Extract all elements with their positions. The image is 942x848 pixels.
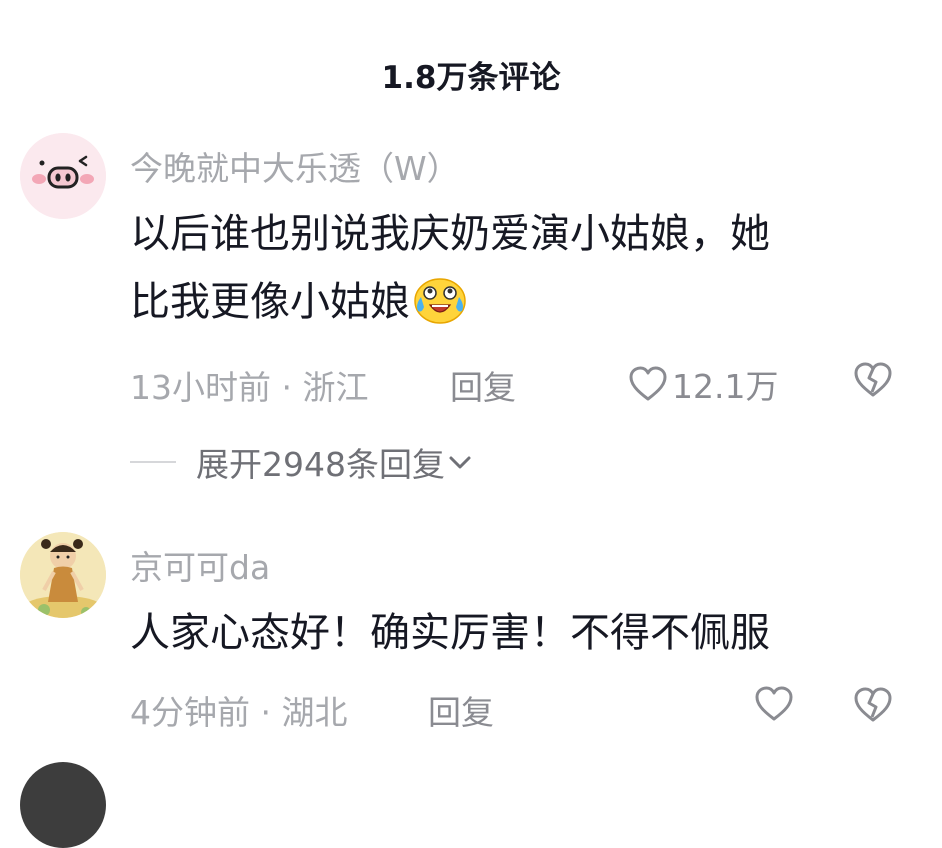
avatar[interactable] <box>20 133 106 219</box>
divider <box>130 461 176 463</box>
like-button[interactable] <box>754 685 794 723</box>
expand-replies-button[interactable]: 展开2948条回复 <box>130 438 473 486</box>
pig-face-icon <box>20 133 106 219</box>
reply-button[interactable]: 回复 <box>450 361 516 409</box>
cartoon-girl-avatar-icon <box>20 532 106 618</box>
expand-replies-label: 展开2948条回复 <box>196 445 445 484</box>
heart-outline-icon <box>755 686 793 721</box>
reply-button[interactable]: 回复 <box>428 686 494 734</box>
comment-text-line: 以后谁也别说我庆奶爱演小姑娘，她 <box>130 211 770 257</box>
comment-text-line-content: 比我更像小姑娘 <box>130 279 410 325</box>
chevron-down-icon <box>449 456 471 469</box>
comment-text: 以后谁也别说我庆奶爱演小姑娘，她 比我更像小姑娘 <box>130 200 890 346</box>
comment-time-location: 13小时前 · 浙江 <box>130 368 369 407</box>
dislike-button[interactable] <box>853 361 893 403</box>
like-button[interactable]: 12.1万 <box>628 360 778 408</box>
avatar[interactable] <box>20 762 106 848</box>
broken-heart-icon <box>854 362 892 397</box>
comment-username[interactable]: 今晚就中大乐透（W） <box>130 142 460 190</box>
dislike-button[interactable] <box>853 686 893 728</box>
crying-laughing-emoji-icon <box>412 275 468 346</box>
comment-username[interactable]: 京可可da <box>130 541 270 589</box>
comment-time-location: 4分钟前 · 湖北 <box>130 693 348 732</box>
comments-count-title: 1.8万条评论 <box>381 60 561 96</box>
comment-text-line: 比我更像小姑娘 <box>130 268 890 346</box>
like-count: 12.1万 <box>672 367 779 406</box>
heart-outline-icon <box>629 366 667 401</box>
avatar[interactable] <box>20 532 106 618</box>
comment-text: 人家心态好！确实厉害！不得不佩服 <box>130 610 770 656</box>
broken-heart-icon <box>854 687 892 722</box>
